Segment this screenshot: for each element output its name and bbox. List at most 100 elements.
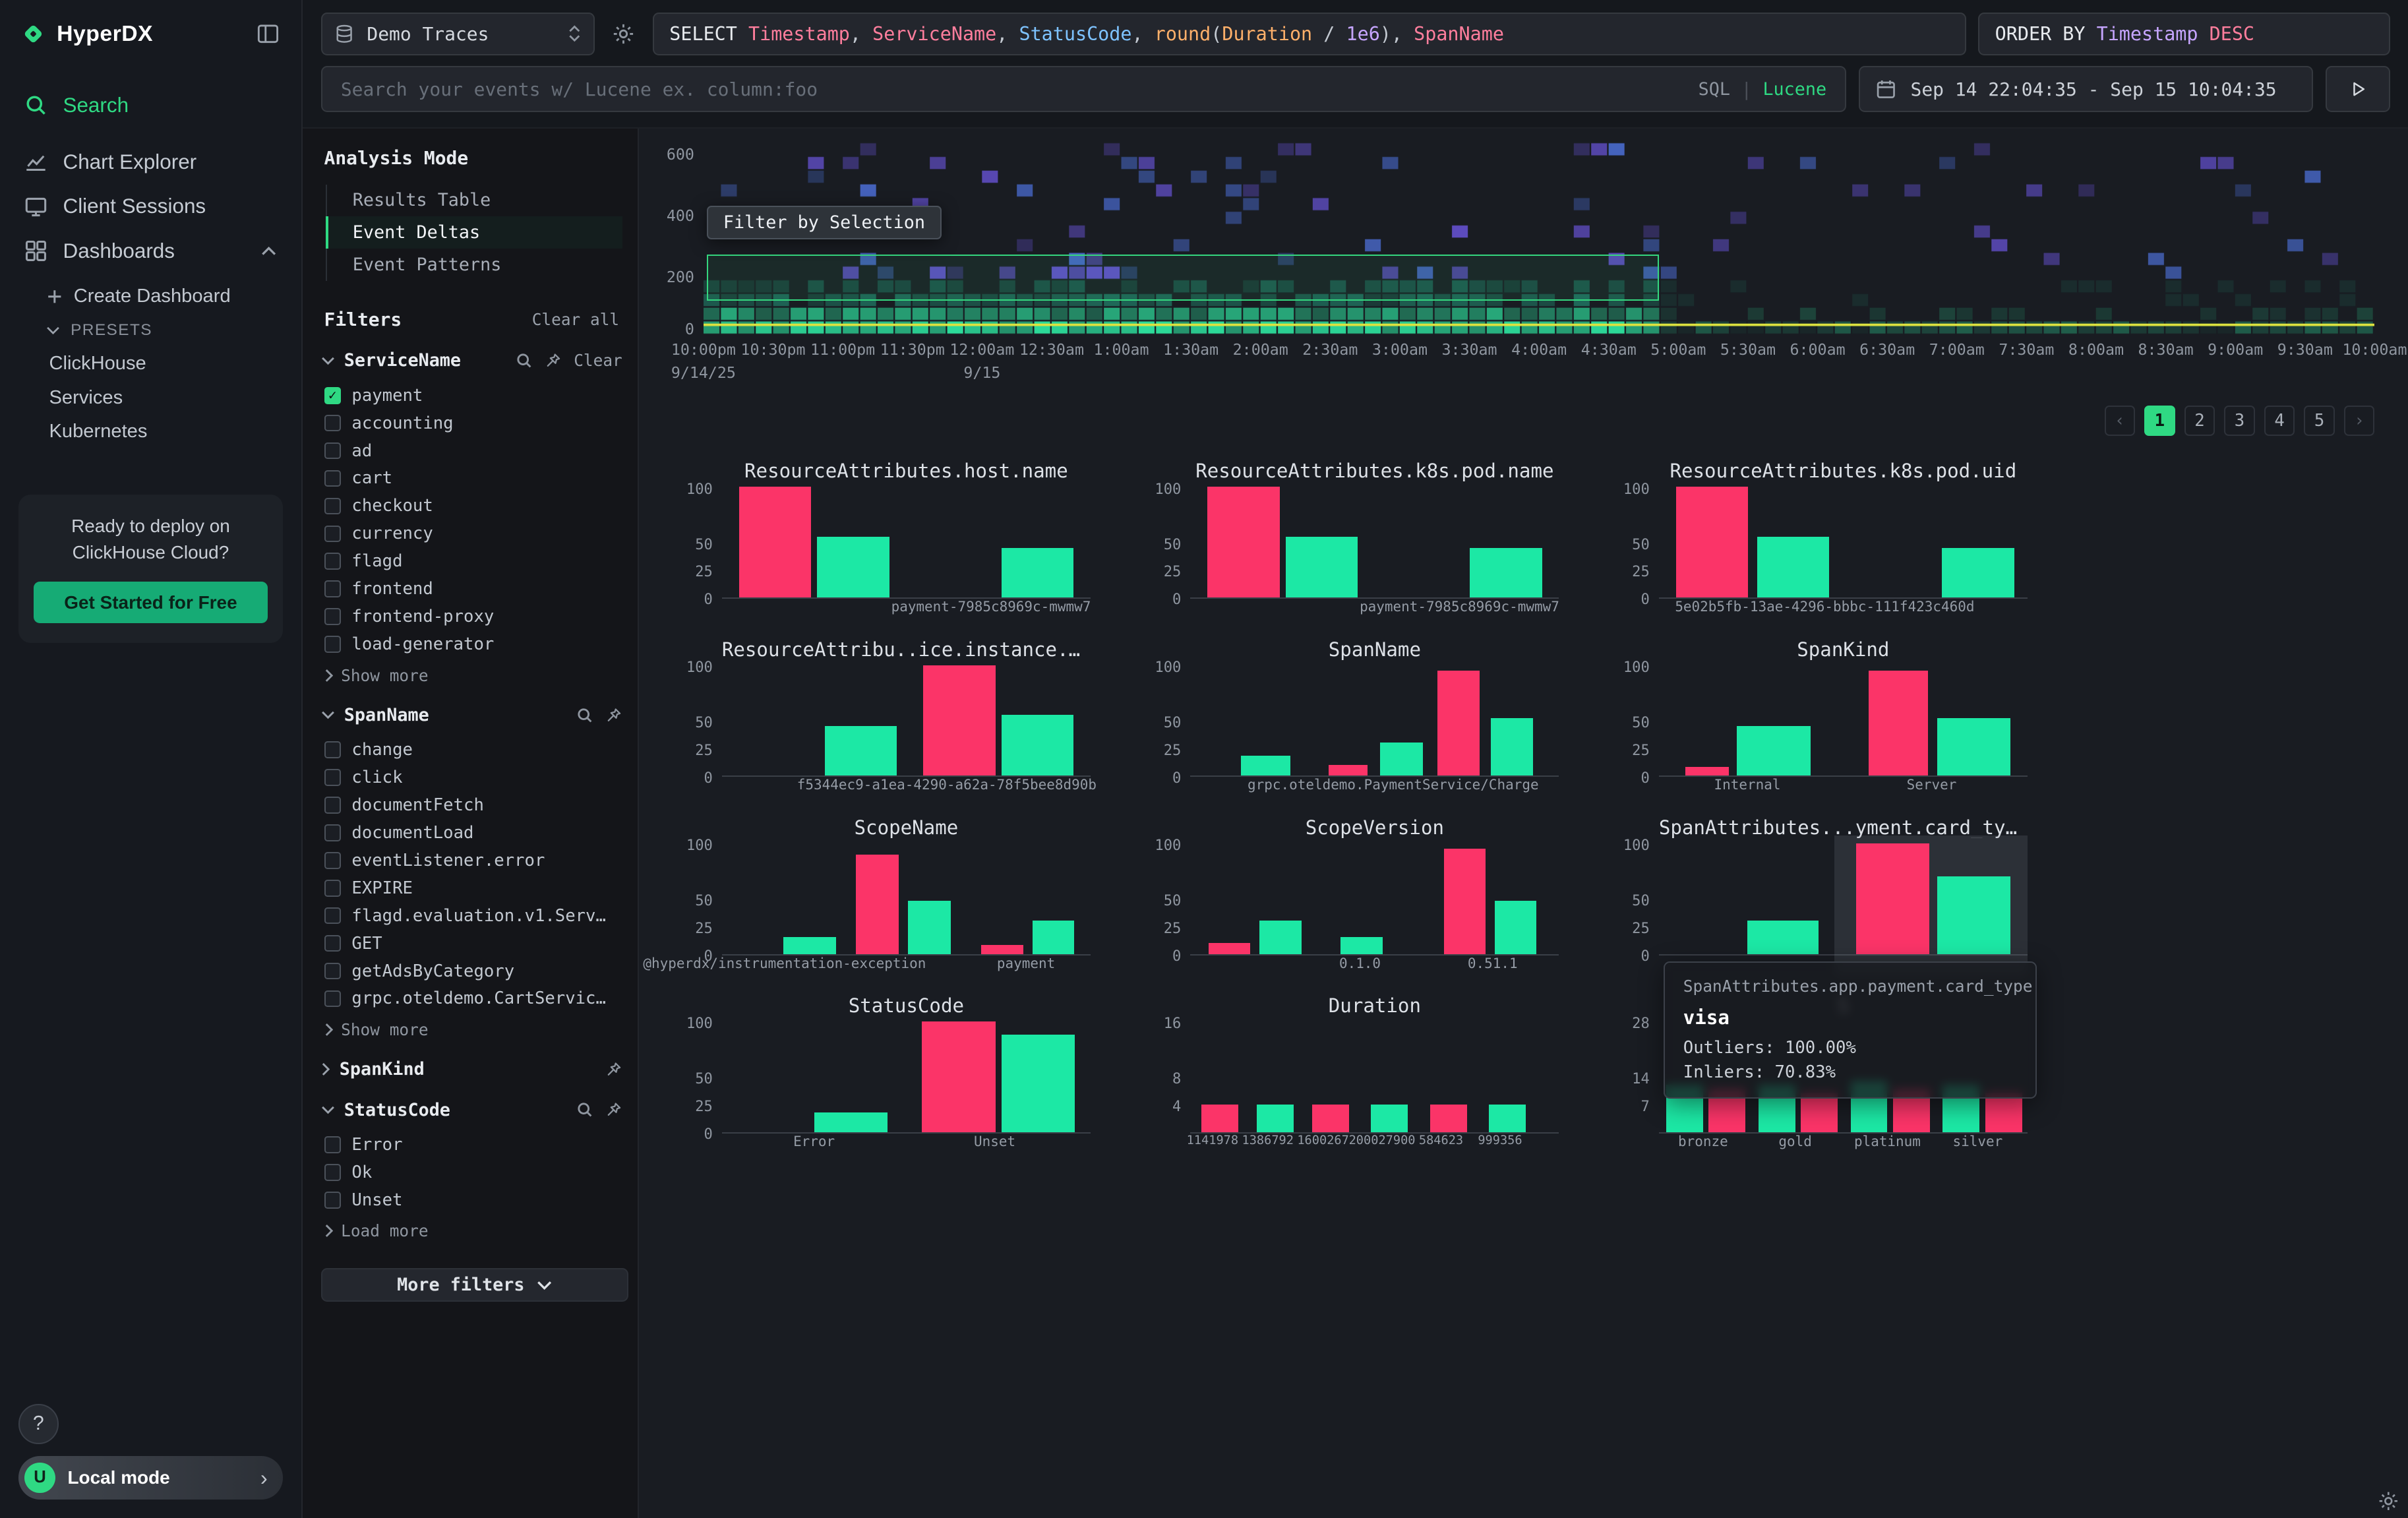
filter-checkbox-change[interactable]: change <box>321 736 622 764</box>
sidebar-item-search[interactable]: Search <box>0 83 301 128</box>
filter-group-header-statuscode[interactable]: StatusCode <box>321 1100 622 1120</box>
pagination-page-1[interactable]: 1 <box>2144 406 2175 437</box>
checkbox[interactable] <box>324 1136 342 1153</box>
inlier-bar[interactable] <box>1937 876 2010 954</box>
checkbox[interactable] <box>324 990 342 1008</box>
inlier-bar[interactable] <box>1937 718 2010 775</box>
pagination-next-button[interactable]: › <box>2344 406 2375 437</box>
heatmap-canvas[interactable] <box>704 142 2375 334</box>
outlier-bar[interactable] <box>739 487 812 597</box>
preset-clickhouse[interactable]: ClickHouse <box>34 347 301 380</box>
inlier-bar[interactable] <box>1747 921 1819 954</box>
checkbox[interactable] <box>324 1164 342 1181</box>
outlier-bar[interactable] <box>1856 843 1929 954</box>
filter-checkbox-documentload[interactable]: documentLoad <box>321 819 622 847</box>
heatmap-selection[interactable] <box>707 255 1659 301</box>
outlier-bar[interactable] <box>981 945 1023 954</box>
analysis-mode-results-table[interactable]: Results Table <box>326 185 622 217</box>
events-heatmap[interactable]: 6004002000 Filter by Selection <box>704 142 2375 334</box>
filter-by-selection-button[interactable]: Filter by Selection <box>707 206 942 239</box>
help-button[interactable]: ? <box>18 1404 59 1444</box>
checkbox[interactable] <box>324 741 342 758</box>
filter-checkbox-documentfetch[interactable]: documentFetch <box>321 791 622 819</box>
load-more-button[interactable]: Load more <box>324 1221 622 1240</box>
pagination-prev-button[interactable]: ‹ <box>2105 406 2136 437</box>
checkbox[interactable] <box>324 498 342 515</box>
checkbox-checked[interactable] <box>324 387 342 404</box>
preset-kubernetes[interactable]: Kubernetes <box>34 415 301 448</box>
filter-checkbox-ad[interactable]: ad <box>321 437 622 465</box>
pin-icon[interactable] <box>545 352 562 369</box>
filter-group-clear-button[interactable]: Clear <box>574 351 622 370</box>
filter-checkbox-get[interactable]: GET <box>321 930 622 957</box>
filter-checkbox-frontend-proxy[interactable]: frontend-proxy <box>321 603 622 630</box>
pagination-page-2[interactable]: 2 <box>2184 406 2215 437</box>
checkbox[interactable] <box>324 636 342 653</box>
outlier-bar[interactable] <box>1329 765 1368 776</box>
sidebar-item-dashboards[interactable]: Dashboards <box>0 229 301 274</box>
order-by-input[interactable]: ORDER BY Timestamp DESC <box>1978 13 2390 55</box>
outlier-bar[interactable] <box>1869 671 1927 775</box>
checkbox[interactable] <box>324 824 342 841</box>
analysis-mode-event-deltas[interactable]: Event Deltas <box>326 216 622 249</box>
filter-checkbox-eventlistener-error[interactable]: eventListener.error <box>321 847 622 874</box>
filter-checkbox-flagd-evaluation-v1-serv[interactable]: flagd.evaluation.v1.Serv… <box>321 902 622 930</box>
pin-icon[interactable] <box>605 1061 622 1078</box>
source-select[interactable]: Demo Traces <box>321 13 595 55</box>
analysis-mode-event-patterns[interactable]: Event Patterns <box>326 249 622 281</box>
inlier-bar[interactable] <box>1241 756 1290 775</box>
filter-checkbox-error[interactable]: Error <box>321 1131 622 1159</box>
filter-checkbox-checkout[interactable]: checkout <box>321 492 622 520</box>
filter-checkbox-frontend[interactable]: frontend <box>321 575 622 603</box>
pagination-page-4[interactable]: 4 <box>2264 406 2295 437</box>
outlier-bar[interactable] <box>856 855 899 954</box>
filter-checkbox-accounting[interactable]: accounting <box>321 410 622 437</box>
outlier-bar[interactable] <box>1207 487 1280 597</box>
inlier-bar[interactable] <box>1942 548 2014 597</box>
filter-checkbox-ok[interactable]: Ok <box>321 1159 622 1186</box>
search-icon[interactable] <box>516 352 533 369</box>
pin-icon[interactable] <box>605 1101 622 1118</box>
checkbox[interactable] <box>324 1192 342 1209</box>
checkbox[interactable] <box>324 415 342 432</box>
show-more-button[interactable]: Show more <box>324 1020 622 1039</box>
inlier-bar[interactable] <box>1002 548 1074 597</box>
inlier-bar[interactable] <box>1340 937 1382 954</box>
checkbox[interactable] <box>324 935 342 952</box>
checkbox[interactable] <box>324 880 342 897</box>
inlier-bar[interactable] <box>1257 1105 1294 1132</box>
outlier-bar[interactable] <box>1437 671 1480 775</box>
more-filters-button[interactable]: More filters <box>321 1268 628 1302</box>
inlier-bar[interactable] <box>1489 1105 1526 1132</box>
filter-checkbox-getadsbycategory[interactable]: getAdsByCategory <box>321 957 622 985</box>
inlier-bar[interactable] <box>1002 715 1074 775</box>
checkbox[interactable] <box>324 907 342 925</box>
checkbox[interactable] <box>324 553 342 570</box>
clear-all-filters-button[interactable]: Clear all <box>532 310 619 329</box>
outlier-bar[interactable] <box>1312 1105 1349 1132</box>
checkbox[interactable] <box>324 580 342 597</box>
filter-checkbox-click[interactable]: click <box>321 764 622 791</box>
filter-group-header-servicename[interactable]: ServiceNameClear <box>321 350 622 371</box>
inlier-bar[interactable] <box>1737 726 1811 775</box>
create-dashboard-button[interactable]: Create Dashboard <box>34 280 301 313</box>
inlier-bar[interactable] <box>1495 901 1536 954</box>
outlier-bar[interactable] <box>1685 767 1729 775</box>
outlier-bar[interactable] <box>1676 487 1749 597</box>
search-icon[interactable] <box>576 707 593 724</box>
source-settings-gear-icon[interactable] <box>607 22 640 46</box>
inlier-bar[interactable] <box>1286 537 1358 597</box>
checkbox[interactable] <box>324 470 342 487</box>
sql-select-input[interactable]: SELECT Timestamp, ServiceName, StatusCod… <box>653 13 1966 55</box>
checkbox[interactable] <box>324 963 342 980</box>
inlier-bar[interactable] <box>1259 921 1301 954</box>
mode-lucene-toggle[interactable]: Lucene <box>1762 79 1826 100</box>
checkbox[interactable] <box>324 442 342 460</box>
filter-group-header-spanname[interactable]: SpanName <box>321 705 622 725</box>
local-mode-button[interactable]: U Local mode › <box>18 1456 283 1499</box>
filter-checkbox-flagd[interactable]: flagd <box>321 547 622 575</box>
pagination-page-5[interactable]: 5 <box>2304 406 2335 437</box>
search-input[interactable] <box>341 78 1699 100</box>
filter-group-header-spankind[interactable]: SpanKind <box>321 1059 622 1079</box>
outlier-bar[interactable] <box>1444 849 1486 954</box>
